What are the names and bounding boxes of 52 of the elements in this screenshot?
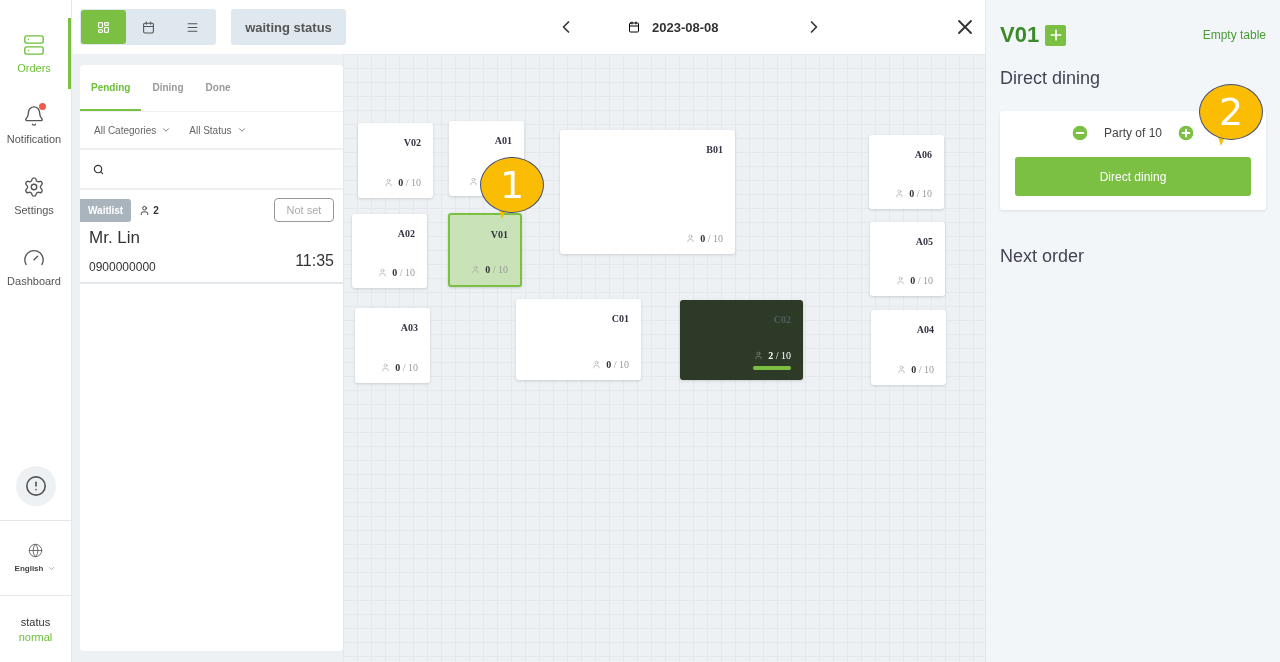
filter-dropdown[interactable]: All Categories	[94, 124, 172, 136]
nav-item[interactable]: Dashboard	[0, 231, 71, 302]
table-card[interactable]: C01 0 / 10	[516, 299, 641, 380]
customer-name: Mr. Lin	[89, 228, 142, 248]
callout-tooltip: 2	[1199, 84, 1263, 140]
section-title: Direct dining	[1000, 68, 1102, 89]
section-title: Next order	[1000, 246, 1086, 267]
date-text: 2023-08-08	[652, 19, 719, 35]
waitlist-tag: Waitlist	[80, 198, 132, 222]
table-card[interactable]: A03 0 / 10	[355, 308, 430, 383]
seat-count: 2 / 10	[768, 350, 791, 361]
seat-count: 0 / 10	[606, 359, 629, 370]
table-state: Empty table	[1202, 28, 1266, 42]
table-name: V02	[403, 137, 421, 148]
language-dropdown[interactable]: English	[14, 564, 57, 573]
seat-count: 0 / 10	[485, 264, 508, 275]
table-name: B01	[706, 144, 723, 155]
waiting-status-button[interactable]: waiting status	[231, 9, 346, 45]
table-name: A04	[916, 324, 934, 335]
table-name: C01	[611, 313, 629, 324]
table-card[interactable]: A04 0 / 10	[871, 310, 946, 385]
table-name: A03	[400, 322, 418, 333]
status-value: normal	[18, 630, 53, 643]
table-title: V01	[1000, 22, 1040, 48]
seat-count: 0 / 10	[909, 188, 932, 199]
party-size-text: Party of 10	[1104, 126, 1162, 140]
order-time: 11:35	[295, 252, 334, 270]
seat-count: 0 / 10	[398, 177, 421, 188]
table-card[interactable]: A02 0 / 10	[352, 214, 427, 288]
table-name: V01	[490, 229, 508, 240]
table-card[interactable]: A06 0 / 10	[869, 135, 944, 209]
seat-count: 0 / 10	[395, 362, 418, 373]
status-label: status	[20, 615, 51, 628]
table-name: A06	[914, 149, 932, 160]
order-card[interactable]: Waitlist 2 Not set Mr. Lin 0900000000 11:35	[80, 190, 343, 284]
filter-dropdown[interactable]: All Status	[189, 124, 247, 136]
table-name: A02	[397, 228, 415, 239]
seat-count: 0 / 10	[911, 364, 934, 375]
phone-number: 0900000000	[89, 260, 156, 274]
nav-item[interactable]: Notification	[0, 89, 71, 160]
table-card[interactable]: V01 0 / 10	[448, 213, 522, 287]
seat-count: 0 / 10	[392, 267, 415, 278]
table-name: A05	[915, 236, 933, 247]
seat-count: 0 / 10	[910, 275, 933, 286]
party-size: 2	[153, 204, 159, 216]
table-card[interactable]: A05 0 / 10	[870, 222, 945, 296]
nav-item[interactable]: Settings	[0, 160, 71, 231]
seat-count: 0 / 10	[700, 233, 723, 244]
table-card[interactable]: V02 0 / 10	[358, 123, 433, 198]
table-name: A01	[494, 135, 512, 146]
table-card[interactable]: B01 0 / 10	[560, 130, 735, 254]
callout-tooltip: 1	[480, 157, 544, 213]
